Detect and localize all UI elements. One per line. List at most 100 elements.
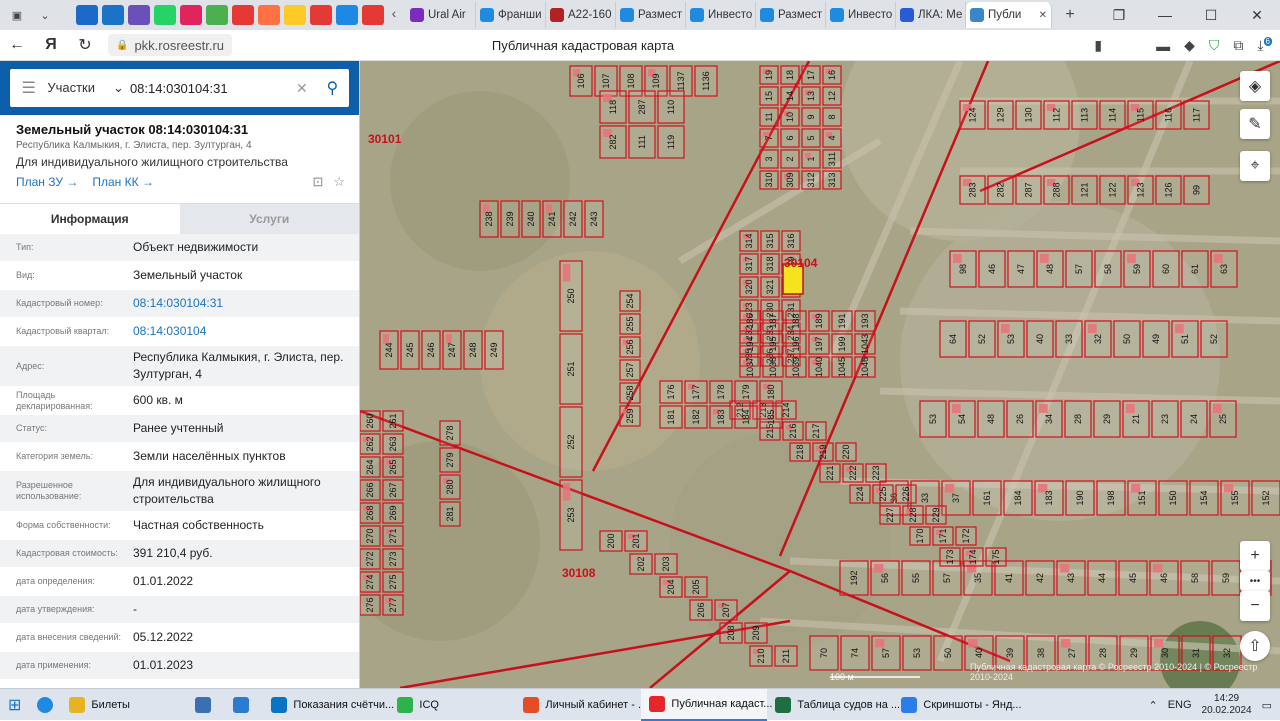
parcel-label: 33 bbox=[1064, 334, 1074, 344]
map-canvas[interactable]: 106 107 108 109 1137 1136118 287 110282 111 11912… bbox=[360, 61, 1280, 688]
minimize-icon[interactable]: — bbox=[1142, 7, 1188, 23]
pinned-tab-icon[interactable] bbox=[310, 5, 332, 25]
layers-icon[interactable]: ◈ bbox=[1240, 71, 1270, 101]
parcel-label: 175 bbox=[991, 549, 1001, 564]
zoom-out-button[interactable]: − bbox=[1240, 591, 1270, 621]
pinned-tab-icon[interactable] bbox=[258, 5, 280, 25]
more-icon[interactable]: ••• bbox=[1240, 571, 1270, 591]
building bbox=[563, 264, 571, 282]
pinned-tab-icon[interactable] bbox=[128, 5, 150, 25]
search-input[interactable] bbox=[129, 80, 290, 96]
tabs-menu-icon[interactable]: ⌄ bbox=[34, 4, 56, 26]
taskbar-app[interactable]: ICQ bbox=[389, 689, 515, 721]
taskbar-app[interactable]: Билеты bbox=[61, 689, 187, 721]
close-tab-icon[interactable]: ✕ bbox=[1039, 10, 1047, 21]
clock[interactable]: 14:29 20.02.2024 bbox=[1202, 693, 1252, 717]
parcel-label: 185 bbox=[766, 409, 776, 424]
parcel-label: 187 bbox=[768, 313, 778, 328]
search-icon[interactable]: ⚲ bbox=[316, 78, 349, 98]
bookmark-icon[interactable]: ▮ bbox=[1094, 37, 1102, 54]
compass-icon[interactable]: ⇧ bbox=[1240, 631, 1270, 661]
new-tab-button[interactable]: + bbox=[1058, 6, 1082, 24]
tabs-scroll-left-icon[interactable]: ‹ bbox=[386, 5, 402, 25]
attribute-value[interactable]: 08:14:030104:31 bbox=[133, 292, 359, 315]
parcel-label: 53 bbox=[1006, 334, 1016, 344]
pinned-tab-icon[interactable] bbox=[102, 5, 124, 25]
taskbar-app[interactable]: Таблица судов на ... bbox=[767, 689, 900, 721]
collections-icon[interactable]: ⧉ bbox=[1233, 37, 1243, 54]
pinned-tab-icon[interactable] bbox=[206, 5, 228, 25]
reload-icon[interactable]: ↻ bbox=[68, 35, 102, 55]
parcel-label: 207 bbox=[721, 602, 731, 617]
downloads-icon[interactable]: ⤓ 6 bbox=[1257, 37, 1272, 54]
pinned-tab-icon[interactable] bbox=[180, 5, 202, 25]
parcel-label: 2 bbox=[785, 156, 795, 161]
browser-tab[interactable]: Размест bbox=[756, 2, 826, 28]
favorite-star-icon[interactable]: ☆ bbox=[333, 174, 345, 190]
taskbar-app[interactable]: Публичная кадаст... bbox=[641, 688, 772, 721]
tab-information[interactable]: Информация bbox=[0, 204, 180, 234]
browser-tab[interactable]: Ural Air bbox=[406, 2, 476, 28]
app-label: Таблица судов на ... bbox=[797, 698, 901, 711]
taskbar-app[interactable] bbox=[187, 689, 225, 721]
taskbar-app[interactable]: Скриншоты - Янд... bbox=[893, 689, 1022, 721]
browser-tab[interactable]: Размест bbox=[616, 2, 686, 28]
taskbar-app[interactable]: Показания счётчи... bbox=[263, 689, 394, 721]
shield-icon[interactable]: ⛉ bbox=[1209, 37, 1220, 54]
locate-icon[interactable]: ⌖ bbox=[1240, 151, 1270, 181]
url-field[interactable]: 🔒 pkk.rosreestr.ru bbox=[108, 34, 233, 56]
browser-tab[interactable]: Публи ✕ bbox=[966, 2, 1052, 28]
tab-services[interactable]: Услуги bbox=[179, 204, 359, 234]
parcel-label: 17 bbox=[806, 70, 816, 80]
parcel-label: 49 bbox=[1151, 334, 1161, 344]
plan-zu-link[interactable]: План ЗУ → bbox=[16, 175, 78, 197]
parcel-label: 14 bbox=[785, 91, 795, 101]
browser-tab[interactable]: Франши bbox=[476, 2, 546, 28]
back-icon[interactable]: ← bbox=[0, 36, 34, 54]
attribute-label: Адрес: bbox=[16, 360, 45, 371]
language-indicator[interactable]: ENG bbox=[1168, 699, 1192, 711]
parcel-label: 170 bbox=[915, 528, 925, 543]
pinned-tabs: ‹ bbox=[74, 5, 402, 25]
clock-time: 14:29 bbox=[1214, 693, 1240, 704]
notifications-icon[interactable]: ▭ bbox=[1262, 699, 1272, 712]
attribute-value[interactable]: 08:14:030104 bbox=[133, 320, 359, 343]
zoom-to-object-icon[interactable]: ⊡ bbox=[312, 174, 323, 190]
app-label: Показания счётчи... bbox=[293, 698, 395, 711]
ruler-icon[interactable]: ✎ bbox=[1240, 109, 1270, 139]
browser-tab[interactable]: Инвесто bbox=[826, 2, 896, 28]
browser-tab[interactable]: Инвесто bbox=[686, 2, 756, 28]
pinned-tab-icon[interactable] bbox=[76, 5, 98, 25]
start-icon[interactable]: ⊞ bbox=[0, 689, 29, 721]
parcel-label: 255 bbox=[625, 316, 635, 331]
yandex-logo-icon[interactable]: Я bbox=[34, 36, 68, 54]
taskbar-app[interactable] bbox=[225, 689, 263, 721]
menu-icon[interactable]: ☰ bbox=[10, 78, 47, 98]
extension-icon[interactable]: ◆ bbox=[1184, 37, 1195, 54]
close-icon[interactable]: ✕ bbox=[1234, 7, 1280, 24]
pinned-tab-icon[interactable] bbox=[154, 5, 176, 25]
browser-tab[interactable]: ЛКА: Ме bbox=[896, 2, 966, 28]
cadastral-map[interactable]: 106 107 108 109 1137 1136 118 287 110 282 111 119 12… bbox=[360, 61, 1280, 688]
pinned-tab-icon[interactable] bbox=[362, 5, 384, 25]
clear-icon[interactable]: ✕ bbox=[296, 80, 316, 97]
maximize-icon[interactable]: ☐ bbox=[1188, 7, 1234, 24]
pinned-tab-icon[interactable] bbox=[232, 5, 254, 25]
parcel-label: 1040 bbox=[814, 357, 824, 377]
browser-tab[interactable]: А22-160 bbox=[546, 2, 616, 28]
search-type-select[interactable]: Участки ⌄ bbox=[47, 80, 130, 96]
pinned-tab-icon[interactable] bbox=[336, 5, 358, 25]
zoom-in-button[interactable]: + bbox=[1240, 541, 1270, 571]
edge-pinned-icon[interactable] bbox=[29, 689, 61, 721]
parcel-label: 152 bbox=[1261, 490, 1271, 505]
sidebar-toggle-icon[interactable]: ▣ bbox=[6, 4, 28, 26]
parcel-label: 181 bbox=[666, 409, 676, 424]
restore-icon[interactable]: ❐ bbox=[1096, 7, 1142, 24]
plan-kk-link[interactable]: План КК → bbox=[92, 175, 154, 197]
tray-chevron-icon[interactable]: ⌃ bbox=[1148, 699, 1157, 712]
pinned-tab-icon[interactable] bbox=[284, 5, 306, 25]
taskbar-app[interactable]: Личный кабинет - ... bbox=[515, 689, 647, 721]
parcel-label: 114 bbox=[1108, 108, 1118, 122]
parcel-label: 57 bbox=[1074, 264, 1084, 274]
reader-icon[interactable]: ▬ bbox=[1156, 38, 1170, 54]
